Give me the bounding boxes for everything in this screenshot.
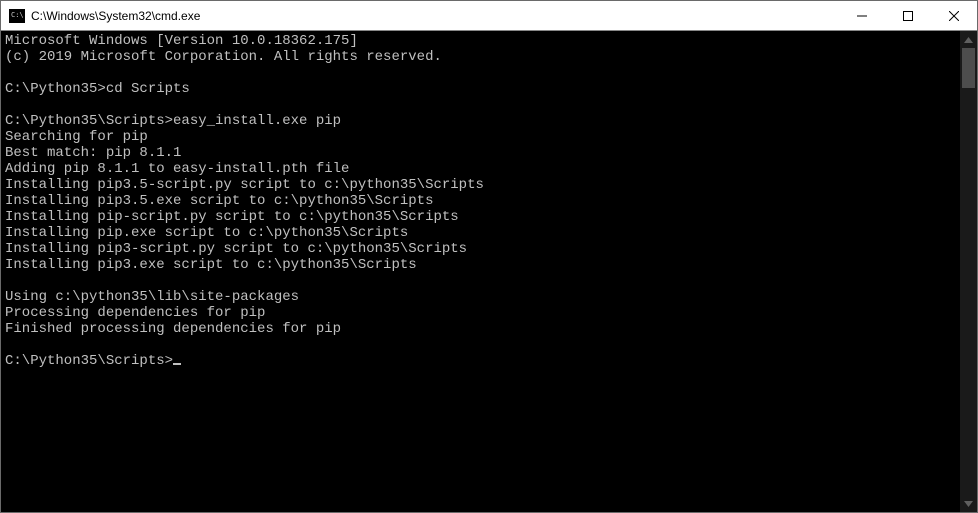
minimize-button[interactable] xyxy=(839,1,885,30)
window-controls xyxy=(839,1,977,30)
close-button[interactable] xyxy=(931,1,977,30)
terminal-cursor xyxy=(173,363,181,365)
window-title: C:\Windows\System32\cmd.exe xyxy=(31,9,839,23)
scroll-down-arrow-icon[interactable] xyxy=(960,495,977,512)
terminal-area: Microsoft Windows [Version 10.0.18362.17… xyxy=(1,31,977,512)
window-titlebar[interactable]: C:\Windows\System32\cmd.exe xyxy=(1,1,977,31)
scroll-up-arrow-icon[interactable] xyxy=(960,31,977,48)
terminal-output[interactable]: Microsoft Windows [Version 10.0.18362.17… xyxy=(1,31,960,512)
scrollbar-thumb[interactable] xyxy=(962,48,975,88)
cmd-icon xyxy=(9,9,25,23)
maximize-button[interactable] xyxy=(885,1,931,30)
vertical-scrollbar[interactable] xyxy=(960,31,977,512)
